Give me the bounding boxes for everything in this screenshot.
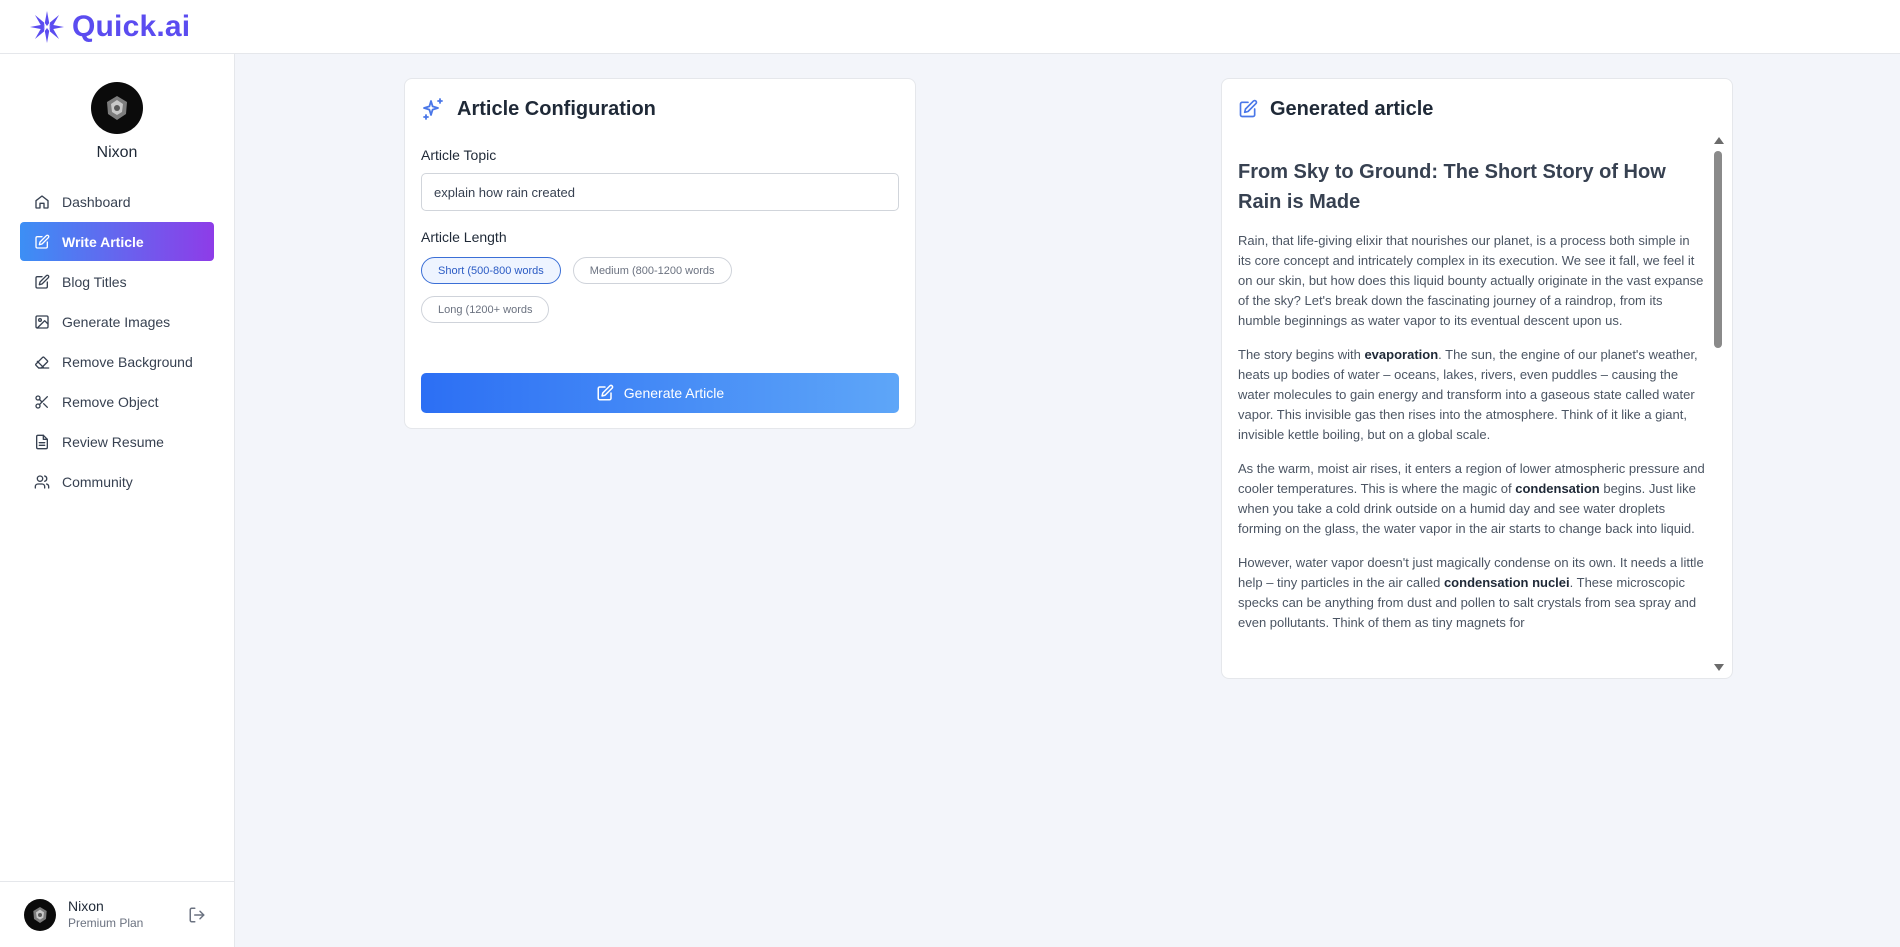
article-content[interactable]: From Sky to Ground: The Short Story of H… <box>1238 149 1706 665</box>
edit-icon <box>35 234 50 249</box>
article-paragraph: However, water vapor doesn't just magica… <box>1238 553 1706 633</box>
scissors-icon <box>35 394 48 409</box>
edit-icon <box>1239 99 1258 118</box>
paragraph-text: The story begins with <box>1238 347 1365 362</box>
scroll-up-arrow-icon[interactable] <box>1714 137 1724 144</box>
user-info: Nixon Premium Plan <box>68 898 143 931</box>
sidebar-item-dashboard[interactable]: Dashboard <box>20 182 214 221</box>
length-option-short[interactable]: Short (500-800 words <box>421 257 561 284</box>
card-title: Article Configuration <box>457 97 656 120</box>
bold-term: evaporation <box>1364 347 1439 362</box>
length-label: Article Length <box>421 229 507 245</box>
card-header: Article Configuration <box>421 97 899 121</box>
edit-icon <box>35 274 50 289</box>
eraser-icon <box>35 355 50 369</box>
topic-label: Article Topic <box>421 147 497 163</box>
sidebar-item-review-resume[interactable]: Review Resume <box>20 422 214 461</box>
sidebar-item-label: Generate Images <box>62 313 171 330</box>
avatar[interactable] <box>91 82 143 134</box>
user-plan: Premium Plan <box>68 915 144 930</box>
card-title: Generated article <box>1270 97 1434 120</box>
length-option-long[interactable]: Long (1200+ words <box>421 296 550 323</box>
sidebar-item-label: Blog Titles <box>62 273 127 290</box>
generate-article-button[interactable]: Generate Article <box>421 373 899 413</box>
article-paragraph: The story begins with evaporation. The s… <box>1238 345 1706 445</box>
sidebar-item-label: Write Article <box>62 233 144 250</box>
sidebar-item-remove-object[interactable]: Remove Object <box>20 382 214 421</box>
app-name: Quick.ai <box>72 9 191 43</box>
bold-term: condensation <box>1515 481 1600 496</box>
sidebar-item-label: Community <box>62 473 133 490</box>
article-paragraph: As the warm, moist air rises, it enters … <box>1238 459 1706 539</box>
top-bar: Quick.ai <box>0 0 1900 54</box>
sidebar: Nixon Dashboard Write Article Blog Title… <box>0 54 235 947</box>
sidebar-item-remove-background[interactable]: Remove Background <box>20 342 214 381</box>
generate-article-label: Generate Article <box>623 385 725 401</box>
length-options: Short (500-800 words Medium (800-1200 wo… <box>421 257 781 323</box>
scroll-down-arrow-icon[interactable] <box>1714 664 1724 671</box>
sidebar-item-label: Remove Background <box>62 353 193 370</box>
length-option-medium[interactable]: Medium (800-1200 words <box>572 257 732 284</box>
sidebar-item-generate-images[interactable]: Generate Images <box>20 302 214 341</box>
sidebar-item-label: Remove Object <box>62 393 159 410</box>
article-paragraph: Rain, that life-giving elixir that nouri… <box>1238 231 1706 331</box>
topic-input[interactable] <box>421 173 899 211</box>
home-icon <box>35 194 49 209</box>
paragraph-text: Rain, that life-giving elixir that nouri… <box>1238 233 1704 328</box>
profile-section: Nixon <box>0 54 234 162</box>
sidebar-footer: Nixon Premium Plan <box>0 881 235 947</box>
sidebar-item-label: Review Resume <box>62 433 164 450</box>
edit-icon <box>597 384 614 401</box>
avatar[interactable] <box>24 898 56 931</box>
sidebar-item-write-article[interactable]: Write Article <box>20 222 214 261</box>
generated-article-card: Generated article From Sky to Ground: Th… <box>1221 78 1733 679</box>
sidebar-item-community[interactable]: Community <box>20 462 214 501</box>
article-configuration-card: Article Configuration Article Topic Arti… <box>404 78 916 429</box>
avatar-image-icon <box>33 906 47 923</box>
user-name: Nixon <box>68 898 104 915</box>
article-heading: From Sky to Ground: The Short Story of H… <box>1238 161 1666 213</box>
article-scrollbar[interactable] <box>1712 137 1724 671</box>
image-icon <box>35 314 49 329</box>
sparkle-logo-icon <box>30 10 64 43</box>
sparkles-icon <box>423 98 443 120</box>
profile-name: Nixon <box>96 144 138 161</box>
sidebar-nav: Dashboard Write Article Blog Titles Gene… <box>0 182 234 501</box>
avatar-image-icon <box>107 96 127 120</box>
sidebar-item-label: Dashboard <box>62 193 131 210</box>
card-header: Generated article <box>1238 97 1716 121</box>
app-logo[interactable]: Quick.ai <box>28 10 190 44</box>
bold-term: condensation nuclei <box>1443 575 1570 590</box>
scrollbar-thumb[interactable] <box>1714 151 1722 348</box>
logout-icon[interactable] <box>188 906 206 924</box>
sidebar-item-blog-titles[interactable]: Blog Titles <box>20 262 214 301</box>
file-text-icon <box>36 434 48 449</box>
users-icon <box>34 474 50 489</box>
